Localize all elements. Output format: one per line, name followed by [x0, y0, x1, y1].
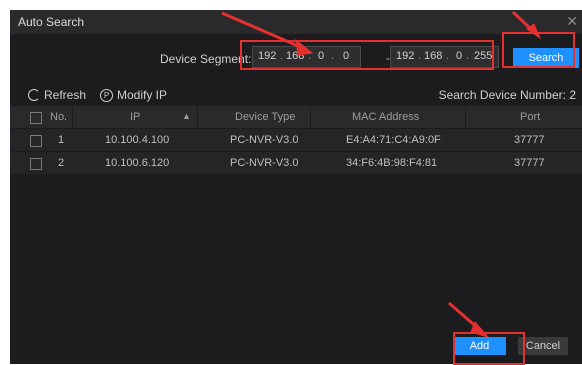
annotation-arrows: [221, 10, 542, 338]
arrow-to-ip-range: [221, 11, 306, 51]
arrow-head: [295, 38, 314, 56]
